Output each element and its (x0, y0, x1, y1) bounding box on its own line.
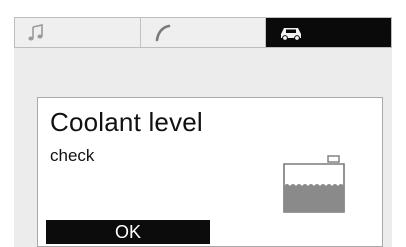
tab-phone[interactable] (141, 18, 267, 47)
dialog-subtitle: check (50, 146, 95, 165)
tab-vehicle[interactable] (266, 18, 392, 47)
dialog-title: Coolant level (50, 107, 203, 137)
display-screen: Coolant level check OK (14, 17, 392, 247)
tab-audio[interactable] (15, 18, 141, 47)
music-note-icon (28, 23, 43, 40)
ok-button[interactable]: OK (46, 220, 210, 244)
car-icon (281, 27, 302, 41)
coolant-tank-icon (283, 155, 345, 213)
tab-bar (14, 17, 392, 48)
coolant-warning-dialog: Coolant level check OK (37, 97, 383, 247)
phone-icon (155, 24, 170, 41)
